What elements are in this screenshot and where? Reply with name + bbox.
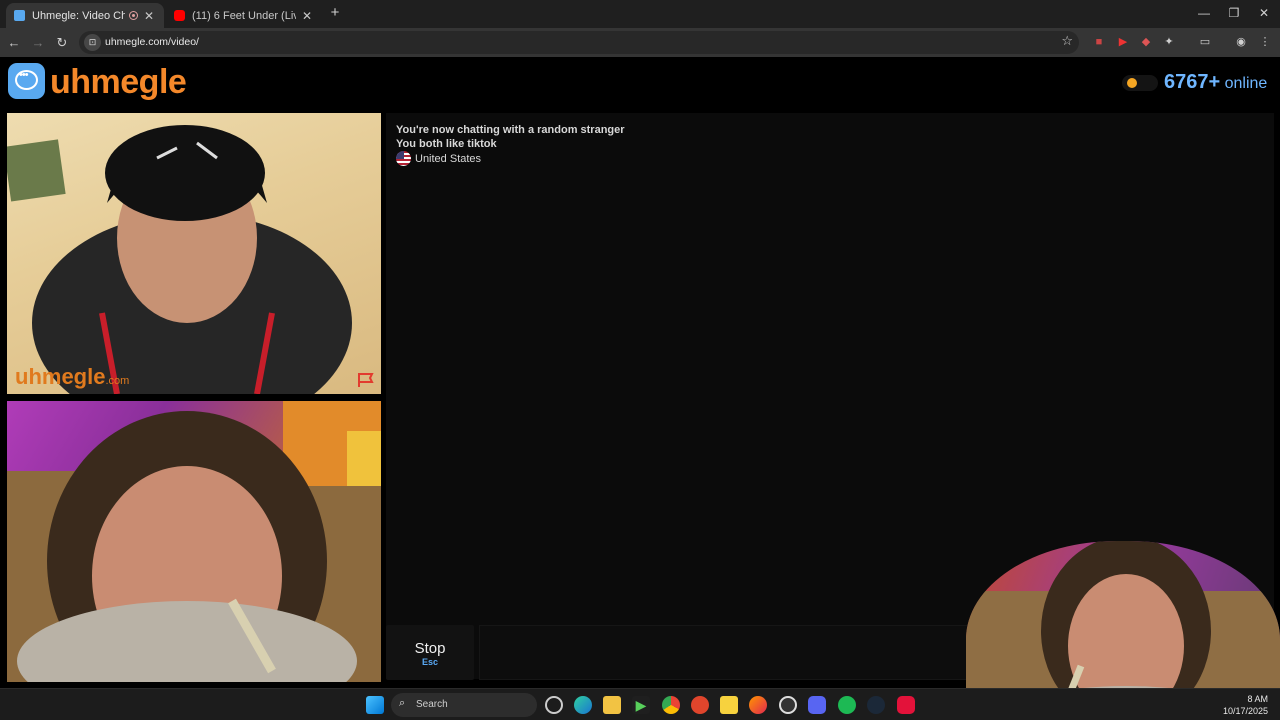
self-video-frame [7,401,381,682]
window-close-button[interactable]: ✕ [1254,5,1274,21]
stranger-country: United States [396,151,481,166]
stranger-video-frame [7,125,352,394]
url-text: uhmegle.com/video/ [105,36,199,48]
system-clock[interactable]: 8 AM 10/17/2025 [1223,693,1268,717]
chat-system-message: You're now chatting with a random strang… [396,124,625,136]
online-label: online [1224,75,1268,92]
bookmark-star-icon[interactable]: ☆ [1061,33,1073,49]
site-info-icon[interactable]: ⊡ [84,34,101,51]
extension-icon[interactable]: ◆ [1139,35,1153,49]
close-tab-icon[interactable]: ✕ [142,9,156,23]
site-header: uhmegle 6767+ online [0,57,1280,107]
maximize-button[interactable]: ❐ [1224,5,1244,21]
back-button[interactable]: ← [5,34,23,52]
sticky-notes-icon[interactable] [720,696,738,714]
windows-taskbar: ⌕ Search ▶ 8 AM 10/17/2025 [0,688,1280,720]
extension-youtube-icon[interactable]: ▶ [1116,35,1130,49]
sun-icon [1127,78,1137,88]
stranger-video: uhmegle.com [7,113,381,394]
recording-icon [129,11,138,20]
app-icon[interactable] [897,696,915,714]
obs-icon[interactable] [779,696,797,714]
online-counter: 6767+ online [1164,71,1267,94]
side-panel-icon[interactable]: ▭ [1198,35,1212,49]
edge-icon[interactable] [574,696,592,714]
windows-start-icon[interactable] [366,696,384,714]
reload-button[interactable]: ↻ [53,34,71,52]
stop-label: Stop [414,640,446,657]
us-flag-icon [396,151,411,166]
report-flag-icon[interactable] [357,372,375,388]
search-icon: ⌕ [399,697,406,709]
site-logo-text[interactable]: uhmegle [50,63,187,102]
extensions-puzzle-icon[interactable]: ✦ [1162,35,1176,49]
chrome-icon[interactable] [662,696,680,714]
extension-icon[interactable]: ■ [1092,35,1106,49]
clock-date: 10/17/2025 [1222,706,1268,716]
steam-icon[interactable] [867,696,885,714]
spotify-icon[interactable] [838,696,856,714]
firefox-icon[interactable] [749,696,767,714]
uhmegle-favicon-icon [14,10,25,21]
new-tab-button[interactable]: + [327,5,343,21]
theme-toggle[interactable] [1122,75,1158,91]
stop-button[interactable]: Stop Esc [386,625,474,680]
taskbar-search[interactable]: ⌕ Search [391,693,537,717]
stop-shortcut: Esc [421,657,438,667]
self-video [7,401,381,682]
tab-youtube[interactable]: (11) 6 Feet Under (Live From M ✕ [166,3,322,28]
browser-toolbar: ← → ↻ ⊡ uhmegle.com/video/ ☆ ■ ▶ ◆ ✦ ▭ ◉… [0,28,1280,57]
media-player-icon[interactable]: ▶ [632,696,650,714]
browser-tab-bar: Uhmegle: Video Chat | Ome ✕ (11) 6 Feet … [0,0,1280,28]
uhmegle-watermark: uhmegle.com [15,364,130,389]
task-view-icon[interactable] [545,696,563,714]
forward-button[interactable]: → [29,34,47,52]
tab-title: Uhmegle: Video Chat | Ome [32,9,125,22]
country-label: United States [415,152,482,165]
tab-uhmegle[interactable]: Uhmegle: Video Chat | Ome ✕ [6,3,164,28]
app-icon[interactable] [691,696,709,714]
discord-icon[interactable] [808,696,826,714]
youtube-favicon-icon [174,10,185,21]
minimize-button[interactable]: — [1194,5,1214,21]
tab-title: (11) 6 Feet Under (Live From M [192,9,296,22]
clock-time: 8 AM [1247,694,1268,704]
menu-kebab-icon[interactable]: ⋮ [1258,35,1272,49]
file-explorer-icon[interactable] [603,696,621,714]
chat-system-message: You both like tiktok [396,138,497,150]
profile-icon[interactable]: ◉ [1234,35,1248,49]
address-bar[interactable]: ⊡ uhmegle.com/video/ ☆ [79,31,1079,54]
chat-bubble-logo-icon[interactable] [8,63,45,99]
online-count: 6767+ [1164,71,1221,93]
close-tab-icon[interactable]: ✕ [300,9,314,23]
search-label: Search [416,699,448,710]
